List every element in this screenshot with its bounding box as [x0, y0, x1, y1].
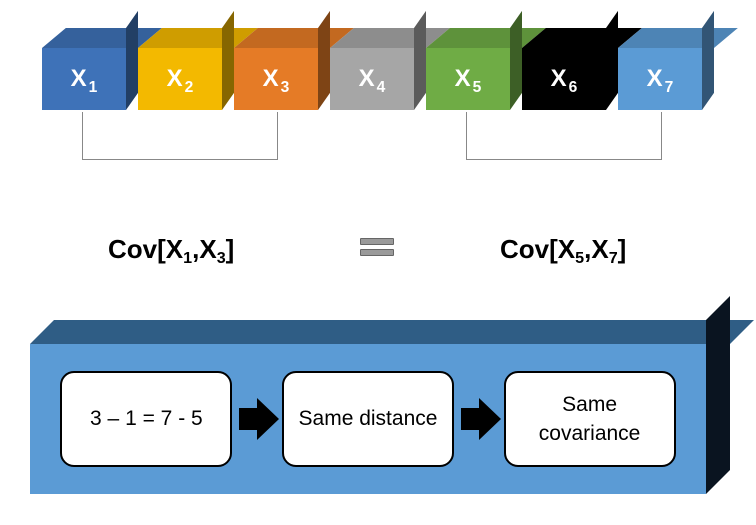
cube-label: X2 — [167, 65, 194, 93]
explanation-block: 3 – 1 = 7 - 5 Same distance Same covaria… — [30, 320, 730, 502]
block-side-face — [706, 296, 730, 494]
cube-label: X7 — [647, 65, 674, 93]
bracket-x1-x3 — [82, 112, 278, 160]
cube-label: X5 — [455, 65, 482, 93]
cube-label: X4 — [359, 65, 386, 93]
cube-label: X6 — [551, 65, 578, 93]
cube-x4: X4 — [330, 28, 426, 110]
pill-distance: Same distance — [282, 371, 454, 467]
cube-x5: X5 — [426, 28, 522, 110]
cube-x2: X2 — [138, 28, 234, 110]
cov-left-label: Cov[X1,X3] — [108, 234, 234, 265]
cube-x6: X6 — [522, 28, 618, 110]
cube-x1: X1 — [42, 28, 138, 110]
cube-label: X3 — [263, 65, 290, 93]
cube-label: X1 — [71, 65, 98, 93]
pill-equation: 3 – 1 = 7 - 5 — [60, 371, 232, 467]
block-front-face: 3 – 1 = 7 - 5 Same distance Same covaria… — [30, 344, 706, 494]
bracket-x5-x7 — [466, 112, 662, 160]
cov-right-label: Cov[X5,X7] — [500, 234, 626, 265]
equals-icon — [360, 238, 394, 260]
cube-front: X1 — [42, 48, 126, 110]
block-top-face — [30, 320, 754, 344]
pill-covariance: Same covariance — [504, 371, 676, 467]
variable-box-row: X1 X2 X3 X4 X5 X6 — [42, 28, 714, 110]
cube-side — [126, 11, 138, 110]
cube-x3: X3 — [234, 28, 330, 110]
cube-x7: X7 — [618, 28, 714, 110]
